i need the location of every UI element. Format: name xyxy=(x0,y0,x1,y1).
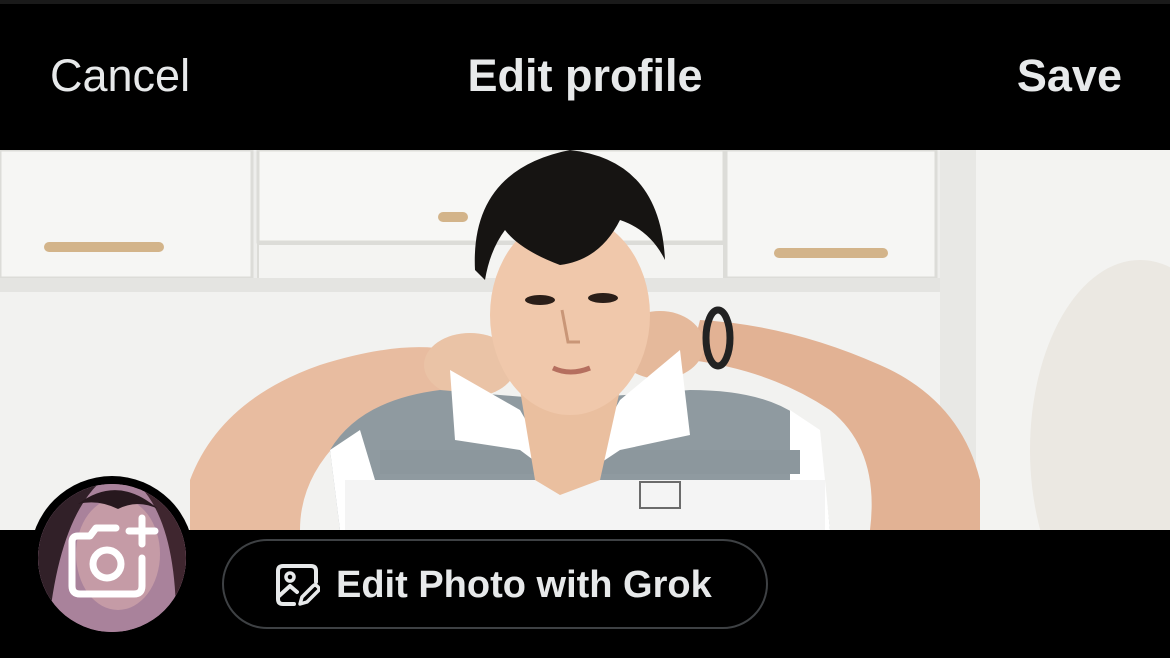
save-button[interactable]: Save xyxy=(1017,50,1122,102)
camera-plus-icon xyxy=(68,514,159,598)
edit-profile-header: Cancel Edit profile Save xyxy=(0,0,1170,150)
edit-photo-with-grok-button[interactable]: Edit Photo with Grok xyxy=(222,539,768,629)
page-title: Edit profile xyxy=(467,50,703,101)
header-photo[interactable] xyxy=(0,150,1170,530)
edit-photo-with-grok-label: Edit Photo with Grok xyxy=(336,564,712,606)
image-edit-icon xyxy=(276,564,320,606)
avatar[interactable] xyxy=(30,476,194,640)
header-photo-image xyxy=(0,150,1170,530)
sheet-edge xyxy=(0,0,1170,4)
